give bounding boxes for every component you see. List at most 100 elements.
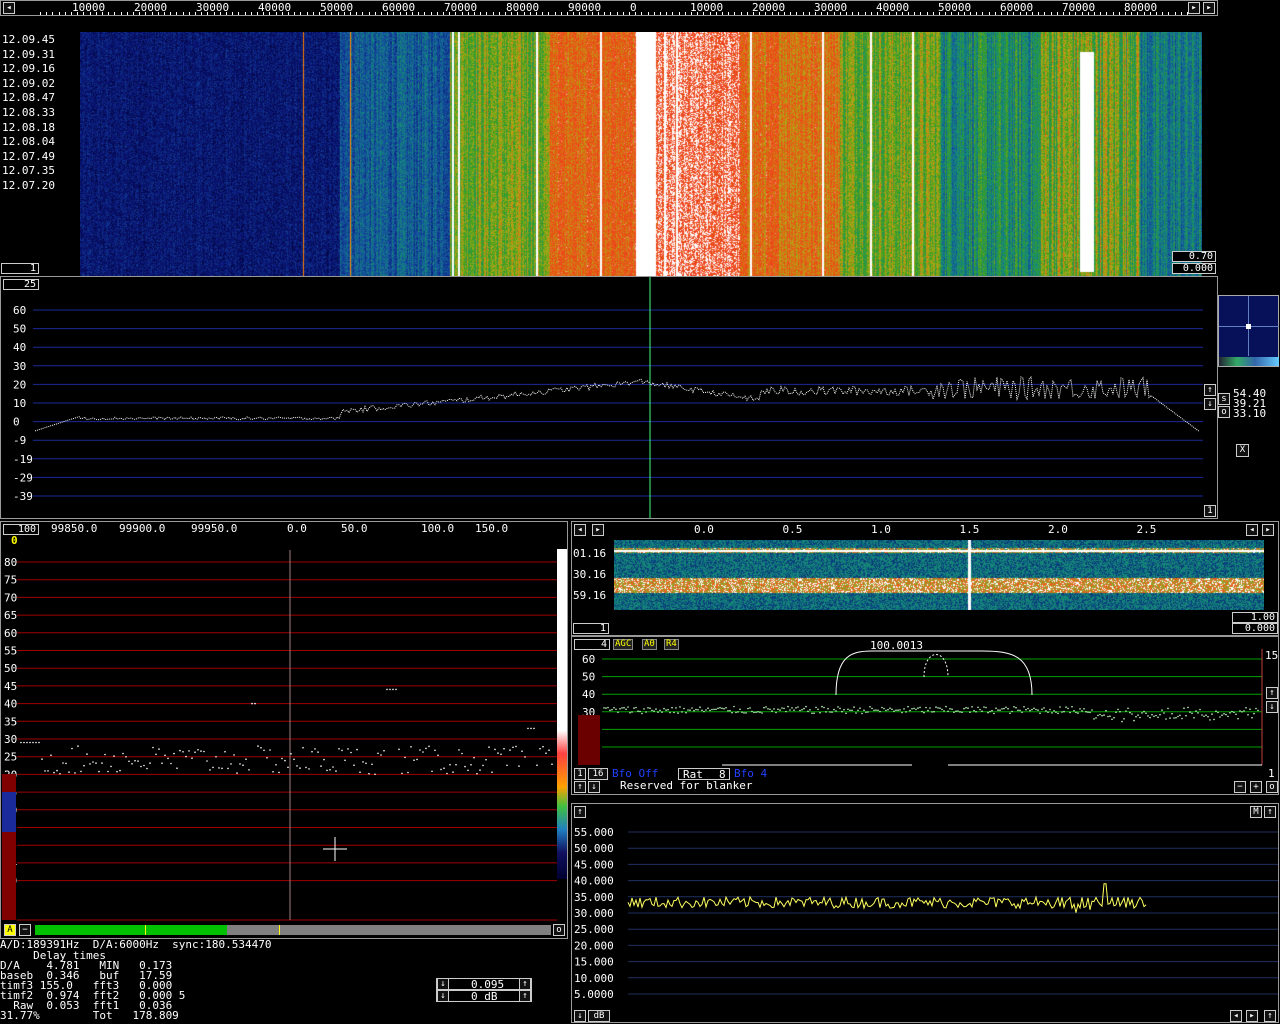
hires-waterfall-canvas[interactable] <box>614 540 1264 610</box>
s-meter-panel[interactable]: ↑ M ↑ 55.000 50.000 45.000 40.000 35.000 30.0… <box>571 803 1279 1023</box>
hires-trace-point <box>879 710 881 713</box>
spectrum-s-button[interactable]: s <box>1218 393 1230 405</box>
hires-waterfall[interactable]: ◂ ▸ ◂ ▸ 0.0 0.5 1.0 1.5 2.0 2.5 01.16 30.16 59.… <box>571 521 1279 636</box>
hires-trace-point <box>1213 718 1215 721</box>
hires-trace-point <box>1127 707 1129 710</box>
top-scale-tick <box>120 12 122 15</box>
hires-trace-point <box>775 711 777 714</box>
baseband-trace-point <box>44 770 46 772</box>
baseband-trace-point <box>29 741 31 744</box>
hires-bottom-box-1[interactable]: 1 <box>574 768 586 780</box>
hires-trace-point <box>1065 706 1067 708</box>
hires-trace-point <box>1031 708 1033 711</box>
meter-right-arrow-button[interactable]: ▸ <box>1246 1010 1258 1022</box>
hires-trace-point <box>989 710 991 713</box>
baseband-trace-point <box>548 749 550 751</box>
top-scale-label: 30000 <box>814 1 848 14</box>
value-2-up-button[interactable]: ↑ <box>519 990 531 1002</box>
main-waterfall[interactable]: 12.09.45 12.09.31 12.09.16 12.09.02 12.08.47… <box>0 16 1218 276</box>
baseband-level-bar[interactable] <box>35 925 551 935</box>
hires-trace-point <box>1109 715 1111 717</box>
main-waterfall-canvas[interactable] <box>80 32 1202 276</box>
waterfall-avg-box[interactable]: 1 <box>1 263 39 274</box>
scale-left-arrow-button-2[interactable]: ▸ <box>1203 2 1215 14</box>
top-scale-tick <box>1106 12 1108 15</box>
spectrum-corner-box[interactable]: 1 <box>1204 505 1216 517</box>
baseband-trace-point <box>149 762 151 764</box>
baseband-trace-point <box>353 764 355 766</box>
meter-db-button[interactable]: dB <box>588 1010 610 1022</box>
hires-trace-point <box>1035 708 1037 711</box>
baseband-trace-point <box>383 749 385 752</box>
scale-right-arrow-button[interactable]: ▸ <box>1188 2 1200 14</box>
baseband-minus-button[interactable]: − <box>19 924 31 936</box>
hires-spectrum[interactable]: 4 AGC A0 R4 100.0013 605040302010 15 ↑ ↓… <box>571 636 1279 795</box>
hires-minus-button[interactable]: − <box>1234 781 1246 793</box>
baseband-trace-point <box>341 749 343 752</box>
hires-trace-point <box>967 707 969 709</box>
baseband-a-button[interactable]: A <box>4 924 16 936</box>
hires-right2-arrow-button[interactable]: ▸ <box>1262 524 1274 536</box>
value-2-down-button[interactable]: ↓ <box>437 990 449 1002</box>
baseband-trace-point <box>113 755 115 757</box>
meter-down-button[interactable]: ↓ <box>574 1010 586 1022</box>
hires-bottom-up-button[interactable]: ↑ <box>574 781 586 793</box>
value-box-2[interactable]: ↓ 0 dB ↑ <box>436 990 532 1003</box>
baseband-trace-point <box>155 753 157 756</box>
hires-trace-point <box>795 707 797 709</box>
top-scale-tick <box>846 12 847 15</box>
hires-zero-box[interactable]: 0.000 <box>1232 623 1278 634</box>
baseband-panel[interactable]: 100 99850.0 99900.0 99950.0 0.0 50.0 100.0 150… <box>0 521 568 939</box>
close-icon[interactable]: X <box>1236 444 1249 457</box>
value-1-down-button[interactable]: ↓ <box>437 978 449 990</box>
hires-bottom-box-2[interactable]: 16 <box>588 768 608 780</box>
waterfall-zero-box[interactable]: 0.000 <box>1172 263 1216 274</box>
baseband-o-button[interactable]: o <box>553 924 565 936</box>
top-scale-tick <box>436 12 438 15</box>
hires-left-arrow-button[interactable]: ◂ <box>574 524 586 536</box>
baseband-y-label: 60 <box>4 627 17 640</box>
hires-plus-button[interactable]: + <box>1250 781 1262 793</box>
main-spectrum[interactable]: 25 60 50 40 30 20 10 0 -9 -19 -29 -39 1 <box>0 276 1218 519</box>
top-scale-tick <box>83 12 85 15</box>
hires-trace-point <box>1115 711 1117 713</box>
hires-left2-arrow-button[interactable]: ◂ <box>1246 524 1258 536</box>
meter-up-button-3[interactable]: ↑ <box>1264 1010 1276 1022</box>
value-1-up-button[interactable]: ↑ <box>519 978 531 990</box>
baseband-trace-point <box>176 767 178 769</box>
baseband-trace-point <box>41 758 43 760</box>
hires-trace-point <box>1181 717 1183 720</box>
baseband-trace-point <box>227 767 229 770</box>
hires-gain-box[interactable]: 1.00 <box>1232 612 1278 623</box>
baseband-trace-point <box>431 770 433 773</box>
hires-trace-point <box>747 707 749 710</box>
baseband-trace-point <box>455 763 457 766</box>
spectrum-up-button[interactable]: ↑ <box>1204 384 1216 396</box>
hires-bottom-down-button[interactable]: ↓ <box>588 781 600 793</box>
top-scale-tick <box>703 12 705 15</box>
spectrum-y-label: 20 <box>13 378 26 391</box>
mini-view[interactable] <box>1218 295 1279 367</box>
meter-plot: 55.000 50.000 45.000 40.000 35.000 30.000 25.0… <box>574 826 1278 1001</box>
baseband-trace-point <box>491 771 493 773</box>
hires-trace-point <box>1161 709 1163 711</box>
value-box-1[interactable]: ↓ 0.095 ↑ <box>436 978 532 991</box>
hires-avg-box[interactable]: 1 <box>573 623 609 634</box>
spectrum-o-button[interactable]: o <box>1218 406 1230 418</box>
hires-right-arrow-button[interactable]: ▸ <box>592 524 604 536</box>
hires-up-button[interactable]: ↑ <box>1266 687 1278 699</box>
hires-o-button[interactable]: o <box>1266 781 1278 793</box>
hires-y-label: 50 <box>582 671 595 684</box>
top-scale-tick <box>932 12 934 15</box>
top-scale-tick <box>300 12 302 15</box>
scale-left-arrow-button[interactable]: ◂ <box>3 2 15 14</box>
hires-down-button[interactable]: ↓ <box>1266 701 1278 713</box>
meter-left-arrow-button[interactable]: ◂ <box>1230 1010 1242 1022</box>
hires-trace-point <box>1165 718 1167 720</box>
baseband-trace-point <box>488 746 490 748</box>
spectrum-down-button[interactable]: ↓ <box>1204 398 1216 410</box>
hires-trace-point <box>907 705 909 708</box>
hires-trace-point <box>685 711 687 714</box>
baseband-trace-point <box>206 760 208 762</box>
waterfall-gain-box[interactable]: 0.70 <box>1172 251 1216 262</box>
